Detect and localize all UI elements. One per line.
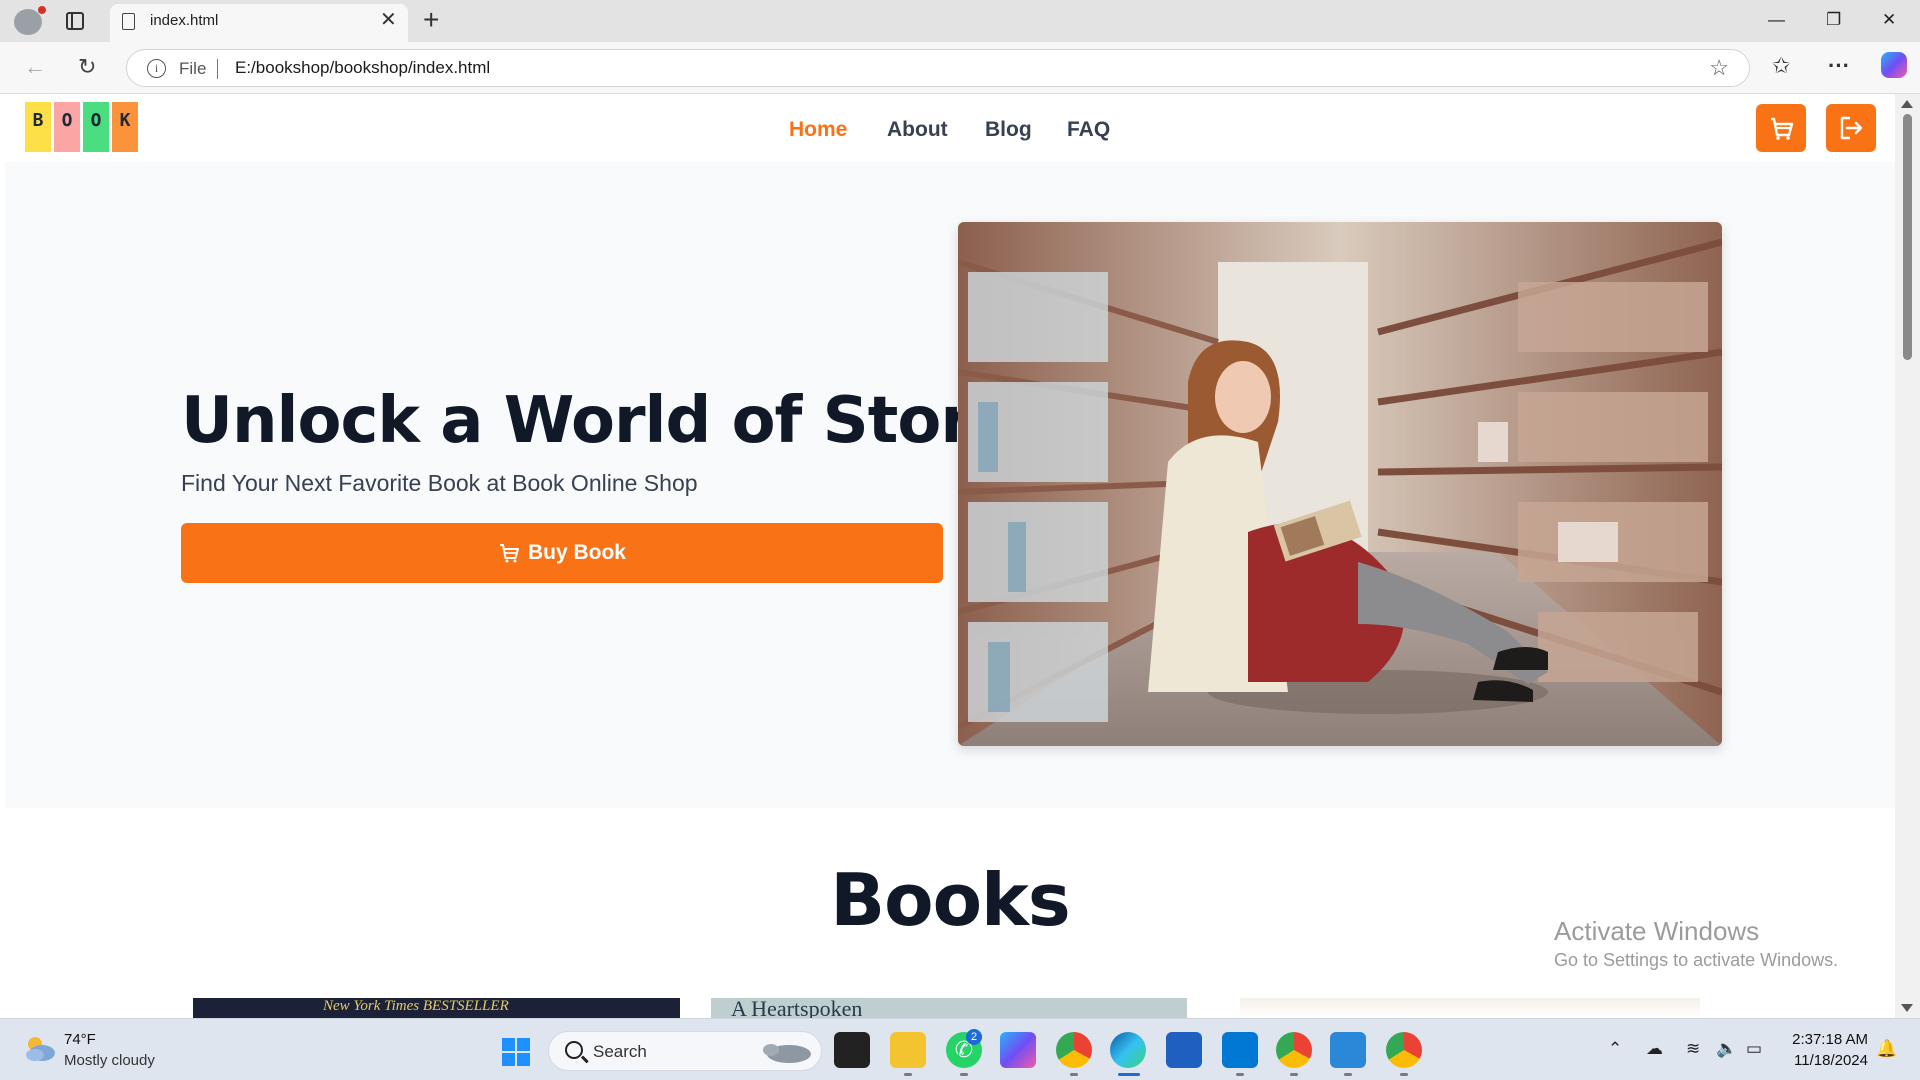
whatsapp-indicator xyxy=(960,1073,968,1076)
onedrive-icon[interactable]: ☁ xyxy=(1646,1039,1663,1059)
info-icon[interactable]: i xyxy=(147,59,166,78)
battery-icon[interactable]: ▭ xyxy=(1746,1039,1762,1059)
show-hidden-icons-chevron-icon[interactable]: ⌃ xyxy=(1608,1039,1622,1059)
tab-actions-icon[interactable] xyxy=(66,12,84,30)
clock-date[interactable]: 11/18/2024 xyxy=(1784,1052,1868,1069)
cloudy-weather-icon[interactable] xyxy=(22,1033,56,1063)
weather-description[interactable]: Mostly cloudy xyxy=(64,1052,155,1069)
scroll-down-arrow-icon[interactable] xyxy=(1901,1004,1913,1012)
scroll-thumb[interactable] xyxy=(1903,114,1912,360)
chrome-second-indicator xyxy=(1400,1073,1408,1076)
logo-letter-k[interactable]: K xyxy=(112,102,138,152)
weather-temperature[interactable]: 74°F xyxy=(64,1031,96,1048)
notepad-icon[interactable] xyxy=(1330,1032,1366,1068)
page-scrollbar[interactable] xyxy=(1895,94,1920,1018)
address-url[interactable]: E:/bookshop/bookshop/index.html xyxy=(235,58,490,78)
page-viewport: B O O K Home About Blog FAQ Unlock a Wor… xyxy=(0,94,1920,1018)
more-options-icon[interactable]: ··· xyxy=(1828,53,1850,79)
chrome-profile-icon[interactable] xyxy=(1276,1032,1312,1068)
taskbar: 74°F Mostly cloudy Search ✆ 2 ⌃ ☁ ≋ 🔈 ▭ … xyxy=(0,1018,1920,1080)
microsoft-store-icon[interactable] xyxy=(1166,1032,1202,1068)
edge-icon[interactable] xyxy=(1110,1032,1146,1068)
file-explorer-icon[interactable] xyxy=(890,1032,926,1068)
logout-button[interactable] xyxy=(1826,104,1876,152)
book-cover-1[interactable]: New York Times BESTSELLER xyxy=(193,998,680,1018)
buy-book-button[interactable]: Buy Book xyxy=(181,523,943,583)
scroll-up-arrow-icon[interactable] xyxy=(1901,100,1913,108)
book-cover-3[interactable] xyxy=(1240,998,1700,1018)
notification-bell-icon[interactable]: 🔔 xyxy=(1876,1039,1897,1059)
address-scheme: File xyxy=(179,59,207,78)
copilot-icon[interactable] xyxy=(1881,52,1907,78)
hero-section: Unlock a World of Stories Find Your Next… xyxy=(5,162,1895,808)
hero-subtitle: Find Your Next Favorite Book at Book Onl… xyxy=(181,470,698,496)
start-windows-icon[interactable] xyxy=(502,1038,530,1066)
notepad-indicator xyxy=(1344,1073,1352,1076)
logo-letter-b[interactable]: B xyxy=(25,102,51,152)
cart-icon xyxy=(499,544,519,563)
nav-blog[interactable]: Blog xyxy=(985,118,1032,142)
chrome-second-icon[interactable] xyxy=(1386,1032,1422,1068)
logout-icon xyxy=(1840,116,1863,140)
search-label: Search xyxy=(593,1042,647,1061)
activate-windows-title: Activate Windows xyxy=(1554,916,1760,946)
refresh-icon[interactable]: ↻ xyxy=(78,54,96,80)
nav-faq[interactable]: FAQ xyxy=(1067,118,1110,142)
chrome-profile-indicator xyxy=(1290,1073,1298,1076)
cart-icon xyxy=(1771,117,1794,140)
address-bar[interactable]: i File E:/bookshop/bookshop/index.html ☆ xyxy=(126,49,1750,87)
restore-icon[interactable]: ❐ xyxy=(1826,10,1841,30)
back-icon[interactable]: ← xyxy=(24,54,46,80)
favorite-star-icon[interactable]: ☆ xyxy=(1709,55,1729,81)
address-divider xyxy=(217,59,218,79)
book-cover-1-text: New York Times BESTSELLER xyxy=(323,998,509,1014)
page-icon xyxy=(122,13,135,30)
address-toolbar: ← ↻ i File E:/bookshop/bookshop/index.ht… xyxy=(0,42,1920,94)
copilot-app-icon[interactable] xyxy=(1000,1032,1036,1068)
whatsapp-badge: 2 xyxy=(966,1029,982,1045)
book-cover-2-text: A Heartspoken xyxy=(731,998,863,1018)
volume-icon[interactable]: 🔈 xyxy=(1716,1039,1737,1059)
vscode-indicator xyxy=(1236,1073,1244,1076)
favorites-icon[interactable]: ✩ xyxy=(1772,53,1790,79)
nav-home[interactable]: Home xyxy=(789,118,847,142)
browser-tab-strip: index.html ✕ + — ❐ ✕ xyxy=(0,0,1920,42)
search-icon xyxy=(565,1041,583,1059)
activate-windows-subtitle: Go to Settings to activate Windows. xyxy=(1554,950,1839,970)
close-tab-icon[interactable]: ✕ xyxy=(380,9,397,31)
search-highlight-icon xyxy=(763,1044,811,1063)
hero-image xyxy=(958,222,1722,746)
minimize-icon[interactable]: — xyxy=(1768,10,1785,30)
nav-about[interactable]: About xyxy=(887,118,948,142)
vscode-icon[interactable] xyxy=(1222,1032,1258,1068)
close-window-icon[interactable]: ✕ xyxy=(1882,10,1896,30)
site-header: B O O K Home About Blog FAQ xyxy=(5,94,1895,162)
tab-title: index.html xyxy=(150,12,219,29)
wifi-icon[interactable]: ≋ xyxy=(1686,1039,1700,1059)
hero-title: Unlock a World of Stories xyxy=(181,384,1072,458)
logo-letter-o2[interactable]: O xyxy=(83,102,109,152)
clock-time[interactable]: 2:37:18 AM xyxy=(1790,1031,1868,1048)
book-cover-2[interactable]: A Heartspoken xyxy=(711,998,1187,1018)
chrome-indicator xyxy=(1070,1073,1078,1076)
logo-letter-o1[interactable]: O xyxy=(54,102,80,152)
buy-book-label: Buy Book xyxy=(527,541,626,564)
cart-button[interactable] xyxy=(1756,104,1806,152)
task-view-icon[interactable] xyxy=(834,1032,870,1068)
new-tab-icon[interactable]: + xyxy=(423,6,439,34)
file-explorer-indicator xyxy=(904,1073,912,1076)
chrome-icon[interactable] xyxy=(1056,1032,1092,1068)
taskbar-search[interactable]: Search xyxy=(548,1031,822,1071)
profile-icon[interactable] xyxy=(14,6,46,35)
edge-active-indicator xyxy=(1118,1073,1140,1076)
